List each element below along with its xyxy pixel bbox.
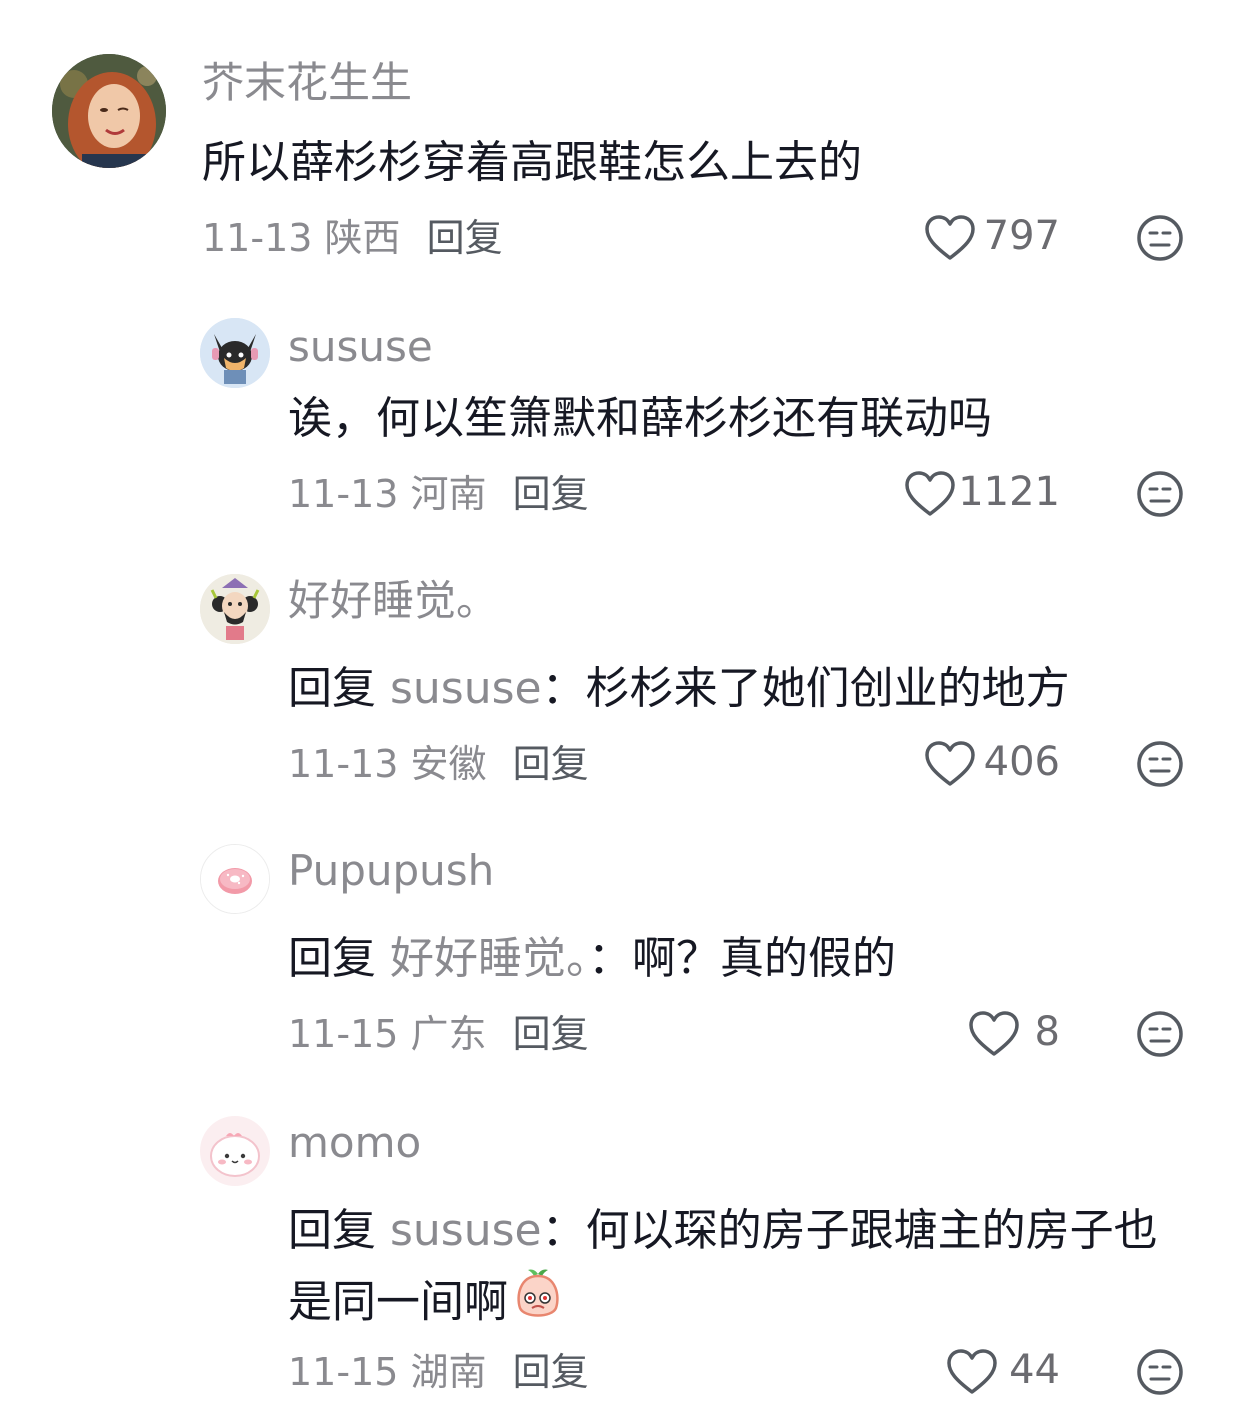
comment-location: 河南	[410, 472, 487, 516]
meh-face-icon[interactable]	[1136, 1348, 1184, 1396]
comment-meta: 11-13 陕西 回复	[202, 214, 503, 262]
reply-item: Pupupush 回复 好好睡觉。：啊？真的假的 11-15 广东 回复 8	[0, 840, 1260, 1110]
avatar[interactable]	[52, 54, 166, 168]
comment-date: 11-15	[288, 1012, 399, 1056]
comment-meta: 11-15 湖南 回复	[288, 1348, 589, 1396]
meh-face-icon[interactable]	[1136, 740, 1184, 788]
reply-item: 好好睡觉。 回复 sususe：杉杉来了她们创业的地方 11-13 安徽 回复 …	[0, 570, 1260, 840]
reply-separator: ：	[541, 663, 586, 714]
reply-button[interactable]: 回复	[513, 1350, 589, 1394]
meh-face-icon[interactable]	[1136, 470, 1184, 518]
meh-face-icon[interactable]	[1136, 214, 1184, 262]
reply-target-username[interactable]: 好好睡觉。	[390, 933, 588, 984]
reply-content: 杉杉来了她们创业的地方	[585, 663, 1070, 714]
like-count: 44	[1009, 1347, 1060, 1393]
avatar[interactable]	[200, 1116, 270, 1186]
reply-prefix: 回复	[288, 1205, 376, 1256]
reply-prefix: 回复	[288, 933, 376, 984]
comment-meta: 11-13 河南 回复	[288, 470, 589, 518]
username[interactable]: momo	[288, 1116, 421, 1170]
comment-date: 11-15	[288, 1350, 399, 1394]
username[interactable]: sususe	[288, 320, 433, 374]
reply-target-username[interactable]: sususe	[390, 1205, 542, 1256]
avatar[interactable]	[200, 574, 270, 644]
reply-button[interactable]: 回复	[513, 472, 589, 516]
like-count: 406	[983, 739, 1060, 785]
reply-button[interactable]: 回复	[513, 742, 589, 786]
peach-emoji-icon	[512, 1266, 564, 1343]
like-count: 8	[1034, 1009, 1060, 1055]
comment-date: 11-13	[202, 216, 313, 260]
reply-prefix: 回复	[288, 663, 376, 714]
comment-location: 广东	[410, 1012, 487, 1056]
comment-meta: 11-15 广东 回复	[288, 1010, 589, 1058]
meh-face-icon[interactable]	[1136, 1010, 1184, 1058]
comment-location: 湖南	[410, 1350, 487, 1394]
like-count: 797	[983, 213, 1060, 259]
reply-item: sususe 诶，何以笙箫默和薛杉杉还有联动吗 11-13 河南 回复 1121	[0, 300, 1260, 570]
comment-item: 芥末花生生 所以薛杉杉穿着高跟鞋怎么上去的 11-13 陕西 回复 797	[0, 0, 1260, 300]
reply-separator: ：	[588, 933, 632, 984]
comment-text: 回复 sususe：杉杉来了她们创业的地方	[288, 654, 1070, 724]
avatar[interactable]	[200, 318, 270, 388]
comment-text: 所以薛杉杉穿着高跟鞋怎么上去的	[202, 137, 862, 188]
comment-text: 回复 sususe：何以琛的房子跟塘主的房子也是同一间啊	[288, 1196, 1188, 1343]
reply-button[interactable]: 回复	[513, 1012, 589, 1056]
comment-location: 陕西	[324, 216, 401, 260]
reply-item: momo 回复 sususe：何以琛的房子跟塘主的房子也是同一间啊 11-15 …	[0, 1110, 1260, 1418]
comment-date: 11-13	[288, 472, 399, 516]
avatar[interactable]	[200, 844, 270, 914]
comment-text: 回复 好好睡觉。：啊？真的假的	[288, 924, 896, 994]
reply-separator: ：	[541, 1205, 586, 1256]
reply-target-username[interactable]: sususe	[390, 663, 542, 714]
reply-content: 啊？真的假的	[632, 933, 896, 984]
like-count: 1121	[958, 469, 1060, 515]
comment-location: 安徽	[410, 742, 487, 786]
reply-button[interactable]: 回复	[427, 216, 503, 260]
username[interactable]: Pupupush	[288, 844, 494, 898]
comment-meta: 11-13 安徽 回复	[288, 740, 589, 788]
username[interactable]: 芥末花生生	[202, 56, 412, 110]
username[interactable]: 好好睡觉。	[288, 574, 498, 628]
comment-date: 11-13	[288, 742, 399, 786]
comment-text: 诶，何以笙箫默和薛杉杉还有联动吗	[288, 393, 992, 444]
